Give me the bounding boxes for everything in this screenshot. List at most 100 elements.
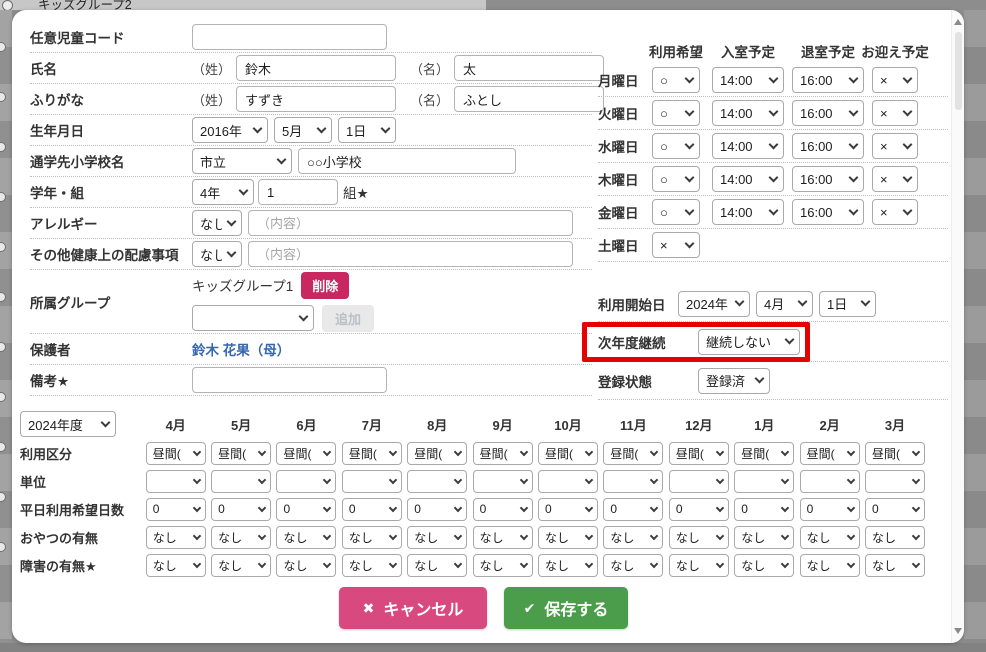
disability-select[interactable]: なし bbox=[538, 554, 598, 577]
unit-select[interactable] bbox=[800, 470, 860, 493]
exit-time-select[interactable]: 16:00 bbox=[792, 199, 864, 225]
allergy-select[interactable]: なし bbox=[192, 210, 242, 236]
guardian-link[interactable]: 鈴木 花果（母） bbox=[192, 339, 290, 359]
birth-year-select[interactable]: 2016年 bbox=[192, 117, 268, 143]
birth-month-select[interactable]: 5月 bbox=[274, 117, 332, 143]
start-year-select[interactable]: 2024年 bbox=[678, 291, 750, 317]
disability-select[interactable]: なし bbox=[211, 554, 271, 577]
usage-type-select[interactable]: 昼間( bbox=[800, 442, 860, 465]
reg-status-select[interactable]: 登録済 bbox=[698, 368, 770, 394]
exit-time-select[interactable]: 16:00 bbox=[792, 166, 864, 192]
disability-select[interactable]: なし bbox=[276, 554, 336, 577]
disability-select[interactable]: なし bbox=[407, 554, 467, 577]
unit-select[interactable] bbox=[603, 470, 663, 493]
save-button[interactable]: ✔ 保存する bbox=[504, 587, 628, 629]
snack-select[interactable]: なし bbox=[211, 526, 271, 549]
weekday-count-select[interactable]: 0 bbox=[146, 498, 206, 521]
exit-time-select[interactable]: 16:00 bbox=[792, 100, 864, 126]
snack-select[interactable]: なし bbox=[276, 526, 336, 549]
scrollbar[interactable] bbox=[951, 10, 964, 643]
usage-wish-select[interactable]: ○ bbox=[652, 199, 700, 225]
add-group-button[interactable]: 追加 bbox=[322, 305, 374, 332]
unit-select[interactable] bbox=[211, 470, 271, 493]
usage-type-select[interactable]: 昼間( bbox=[473, 442, 533, 465]
unit-select[interactable] bbox=[276, 470, 336, 493]
weekday-count-select[interactable]: 0 bbox=[407, 498, 467, 521]
fiscal-year-select[interactable]: 2024年度 bbox=[20, 411, 116, 437]
furigana-mei-input[interactable] bbox=[454, 86, 604, 112]
unit-select[interactable] bbox=[473, 470, 533, 493]
snack-select[interactable]: なし bbox=[734, 526, 794, 549]
weekday-count-select[interactable]: 0 bbox=[276, 498, 336, 521]
snack-select[interactable]: なし bbox=[800, 526, 860, 549]
weekday-count-select[interactable]: 0 bbox=[669, 498, 729, 521]
snack-select[interactable]: なし bbox=[669, 526, 729, 549]
disability-select[interactable]: なし bbox=[342, 554, 402, 577]
usage-wish-select[interactable]: ○ bbox=[652, 100, 700, 126]
health-detail-input[interactable] bbox=[248, 241, 573, 267]
usage-wish-select[interactable]: ○ bbox=[652, 166, 700, 192]
weekday-count-select[interactable]: 0 bbox=[342, 498, 402, 521]
cancel-button[interactable]: ✖ キャンセル bbox=[339, 587, 487, 629]
scrollbar-thumb[interactable] bbox=[955, 32, 962, 110]
unit-select[interactable] bbox=[538, 470, 598, 493]
snack-select[interactable]: なし bbox=[473, 526, 533, 549]
usage-type-select[interactable]: 昼間( bbox=[669, 442, 729, 465]
unit-select[interactable] bbox=[734, 470, 794, 493]
snack-select[interactable]: なし bbox=[342, 526, 402, 549]
weekday-count-select[interactable]: 0 bbox=[734, 498, 794, 521]
weekday-count-select[interactable]: 0 bbox=[473, 498, 533, 521]
weekday-count-select[interactable]: 0 bbox=[211, 498, 271, 521]
entry-time-select[interactable]: 14:00 bbox=[712, 100, 784, 126]
start-day-select[interactable]: 1日 bbox=[819, 291, 876, 317]
start-month-select[interactable]: 4月 bbox=[756, 291, 813, 317]
allergy-detail-input[interactable] bbox=[248, 210, 573, 236]
unit-select[interactable] bbox=[146, 470, 206, 493]
weekday-count-select[interactable]: 0 bbox=[603, 498, 663, 521]
usage-type-select[interactable]: 昼間( bbox=[865, 442, 925, 465]
weekday-count-select[interactable]: 0 bbox=[538, 498, 598, 521]
child-code-input[interactable] bbox=[192, 24, 387, 50]
usage-type-select[interactable]: 昼間( bbox=[603, 442, 663, 465]
entry-time-select[interactable]: 14:00 bbox=[712, 199, 784, 225]
snack-select[interactable]: なし bbox=[407, 526, 467, 549]
birth-day-select[interactable]: 1日 bbox=[338, 117, 396, 143]
usage-type-select[interactable]: 昼間( bbox=[538, 442, 598, 465]
usage-wish-select[interactable]: × bbox=[652, 232, 700, 258]
delete-group-button[interactable]: 削除 bbox=[301, 272, 349, 299]
entry-time-select[interactable]: 14:00 bbox=[712, 166, 784, 192]
exit-time-select[interactable]: 16:00 bbox=[792, 67, 864, 93]
class-input[interactable] bbox=[258, 179, 338, 205]
disability-select[interactable]: なし bbox=[734, 554, 794, 577]
weekday-count-select[interactable]: 0 bbox=[800, 498, 860, 521]
weekday-count-select[interactable]: 0 bbox=[865, 498, 925, 521]
scroll-down-icon[interactable] bbox=[954, 628, 962, 634]
unit-select[interactable] bbox=[342, 470, 402, 493]
school-type-select[interactable]: 市立 bbox=[192, 148, 292, 174]
disability-select[interactable]: なし bbox=[603, 554, 663, 577]
mei-input[interactable] bbox=[454, 55, 604, 81]
disability-select[interactable]: なし bbox=[865, 554, 925, 577]
unit-select[interactable] bbox=[865, 470, 925, 493]
sei-input[interactable] bbox=[236, 55, 396, 81]
entry-time-select[interactable]: 14:00 bbox=[712, 67, 784, 93]
disability-select[interactable]: なし bbox=[669, 554, 729, 577]
next-year-select[interactable]: 継続しない bbox=[698, 329, 800, 355]
disability-select[interactable]: なし bbox=[146, 554, 206, 577]
usage-wish-select[interactable]: ○ bbox=[652, 133, 700, 159]
entry-time-select[interactable]: 14:00 bbox=[712, 133, 784, 159]
unit-select[interactable] bbox=[407, 470, 467, 493]
usage-type-select[interactable]: 昼間( bbox=[146, 442, 206, 465]
usage-type-select[interactable]: 昼間( bbox=[211, 442, 271, 465]
pickup-select[interactable]: × bbox=[872, 100, 918, 126]
usage-type-select[interactable]: 昼間( bbox=[276, 442, 336, 465]
health-select[interactable]: なし bbox=[192, 241, 242, 267]
pickup-select[interactable]: × bbox=[872, 199, 918, 225]
usage-type-select[interactable]: 昼間( bbox=[407, 442, 467, 465]
pickup-select[interactable]: × bbox=[872, 67, 918, 93]
snack-select[interactable]: なし bbox=[865, 526, 925, 549]
pickup-select[interactable]: × bbox=[872, 166, 918, 192]
usage-type-select[interactable]: 昼間( bbox=[342, 442, 402, 465]
group-add-select[interactable] bbox=[192, 305, 314, 331]
pickup-select[interactable]: × bbox=[872, 133, 918, 159]
